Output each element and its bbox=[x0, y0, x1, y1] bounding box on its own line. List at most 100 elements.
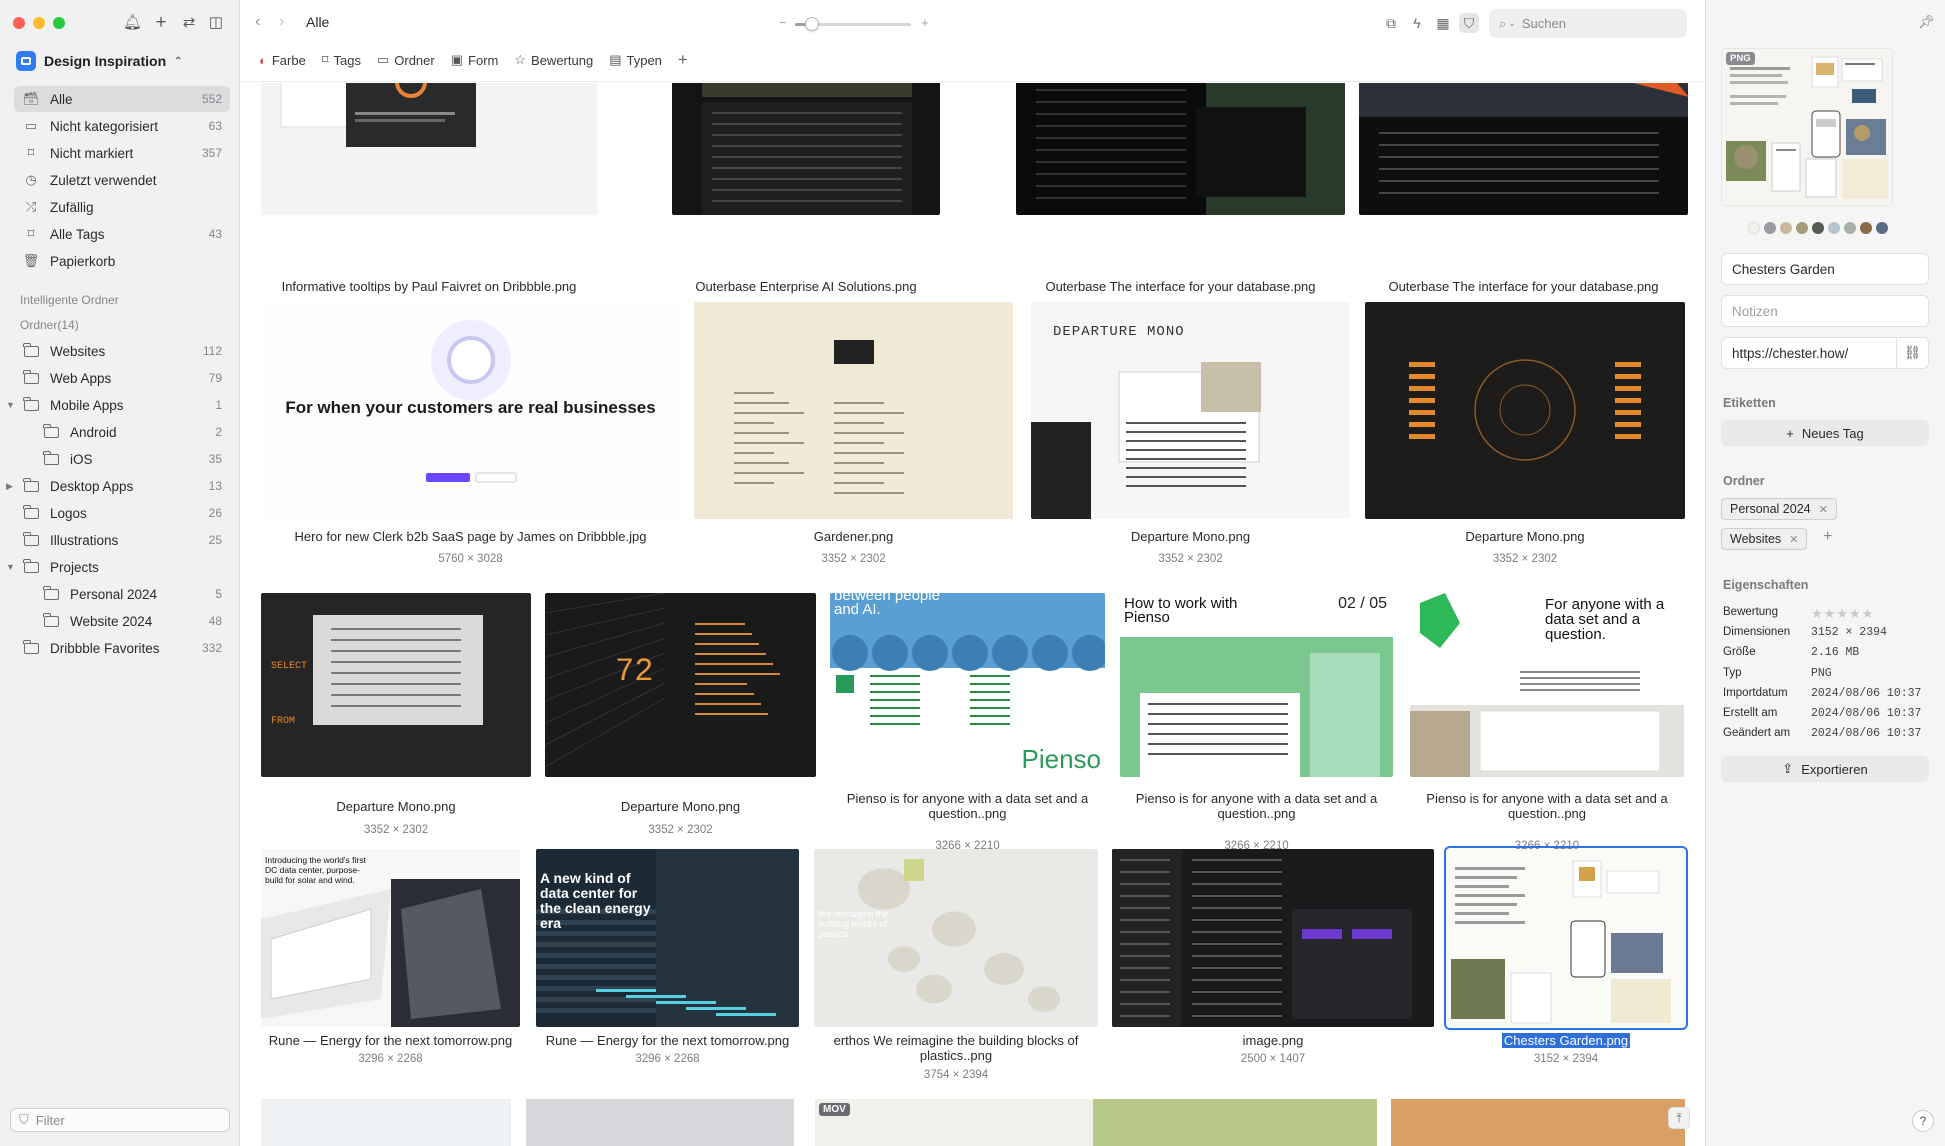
folder-chip[interactable]: Websites ✕ bbox=[1721, 528, 1808, 550]
tile-caption[interactable]: Departure Mono.png bbox=[1365, 529, 1685, 544]
close-window-button[interactable] bbox=[13, 17, 25, 29]
star-icon[interactable]: ★ bbox=[1862, 606, 1875, 621]
thumbnail[interactable] bbox=[694, 302, 1013, 519]
zoom-knob[interactable] bbox=[805, 17, 820, 31]
sidebar-item[interactable]: ◷ Zuletzt verwendet bbox=[14, 167, 230, 193]
thumbnail[interactable] bbox=[1112, 849, 1434, 1027]
folder-item[interactable]: Personal 2024 5 bbox=[34, 581, 230, 607]
add-folder-icon[interactable]: + bbox=[1823, 528, 1832, 546]
zoom-slider[interactable]: − + bbox=[777, 15, 937, 32]
thumbnail[interactable]: For when your customers are real busines… bbox=[261, 302, 680, 519]
tile-caption[interactable]: Gardener.png bbox=[694, 529, 1013, 544]
color-swatch[interactable] bbox=[1844, 222, 1856, 234]
color-swatch[interactable] bbox=[1796, 222, 1808, 234]
back-arrow-icon[interactable]: ‹ bbox=[255, 13, 260, 31]
tile-caption[interactable]: Outerbase The interface for your databas… bbox=[1016, 279, 1345, 294]
color-swatch[interactable] bbox=[1860, 222, 1872, 234]
sidebar-toggle-icon[interactable]: ◫ bbox=[207, 14, 225, 32]
folder-item[interactable]: Web Apps 79 bbox=[14, 365, 230, 391]
thumbnail[interactable] bbox=[1444, 846, 1688, 1030]
disclosure-collapsed-icon[interactable]: ▶ bbox=[6, 481, 13, 492]
thumbnail[interactable]: DEPARTURE MONO bbox=[1031, 302, 1350, 519]
zoom-in-icon[interactable]: + bbox=[921, 15, 929, 30]
color-swatch[interactable] bbox=[1876, 222, 1888, 234]
filter-typen[interactable]: ▤ Typen bbox=[609, 52, 662, 68]
thumbnail[interactable]: We reimagine the building blocks of plas… bbox=[814, 849, 1098, 1027]
thumbnail[interactable]: you discover? bbox=[1359, 83, 1688, 215]
tile-caption[interactable]: Hero for new Clerk b2b SaaS page by Jame… bbox=[261, 529, 680, 544]
tile-caption[interactable]: Departure Mono.png bbox=[1031, 529, 1350, 544]
sidebar-item[interactable]: ⤮ Zufällig bbox=[14, 194, 230, 220]
tile-caption[interactable]: Pienso is for anyone with a data set and… bbox=[1120, 791, 1393, 821]
thumbnail[interactable] bbox=[1016, 83, 1345, 215]
filter-farbe[interactable]: ◐ Farbe bbox=[259, 53, 306, 68]
tile-caption[interactable]: image.png bbox=[1112, 1033, 1434, 1048]
folder-item[interactable]: Android 2 bbox=[34, 419, 230, 445]
disclosure-expanded-icon[interactable]: ▼ bbox=[6, 400, 15, 410]
layout-icon[interactable]: ▦ bbox=[1433, 13, 1453, 33]
filter-ordner[interactable]: ▭ Ordner bbox=[377, 52, 435, 68]
add-filter-icon[interactable]: + bbox=[678, 50, 688, 70]
grid-tile-partial[interactable] bbox=[1391, 1099, 1685, 1146]
color-swatch[interactable] bbox=[1748, 222, 1760, 234]
thumbnail[interactable] bbox=[261, 83, 597, 215]
preview-image[interactable]: PNG bbox=[1721, 48, 1893, 206]
remove-icon[interactable]: ✕ bbox=[1819, 503, 1828, 516]
filter-icon[interactable]: ⛉ bbox=[1459, 13, 1479, 33]
zoom-out-icon[interactable]: − bbox=[779, 15, 787, 30]
folder-item[interactable]: Websites 112 bbox=[14, 338, 230, 364]
tile-caption[interactable]: Outerbase Enterprise AI Solutions.png bbox=[672, 279, 940, 294]
add-icon[interactable]: + bbox=[152, 13, 170, 32]
thumbnail[interactable] bbox=[1365, 302, 1685, 519]
grid-tile-partial[interactable] bbox=[261, 1099, 511, 1146]
tile-caption[interactable]: Rune — Energy for the next tomorrow.png bbox=[536, 1033, 799, 1048]
disclosure-expanded-icon[interactable]: ▼ bbox=[6, 562, 15, 572]
filter-bewertung[interactable]: ☆ Bewertung bbox=[514, 52, 593, 68]
folders-heading[interactable]: Ordner(14) bbox=[20, 318, 79, 332]
star-icon[interactable]: ★ bbox=[1811, 606, 1824, 621]
thumbnail[interactable]: How to work with Pienso 02 / 05 bbox=[1120, 593, 1393, 777]
export-button[interactable]: ⇪ Exportieren bbox=[1721, 756, 1929, 782]
search-input[interactable]: ⌕ ⌄ Suchen bbox=[1489, 9, 1687, 38]
tile-caption[interactable]: Pienso is for anyone with a data set and… bbox=[1410, 791, 1684, 821]
star-icon[interactable]: ★ bbox=[1824, 606, 1837, 621]
grid-tile-partial[interactable] bbox=[1093, 1099, 1377, 1146]
star-icon[interactable]: ★ bbox=[1849, 606, 1862, 621]
thumbnail[interactable]: For anyone with a data set and a questio… bbox=[1410, 593, 1684, 777]
tile-caption[interactable]: Informative tooltips by Paul Faivret on … bbox=[261, 279, 597, 294]
filter-form[interactable]: ▣ Form bbox=[451, 52, 499, 68]
sidebar-item[interactable]: 🗃 Alle 552 bbox=[14, 86, 230, 112]
tile-caption[interactable]: Outerbase The interface for your databas… bbox=[1359, 279, 1688, 294]
scroll-to-top-icon[interactable]: ⤒ bbox=[1668, 1107, 1690, 1129]
thumbnail[interactable]: A new kind of data center for the clean … bbox=[536, 849, 799, 1027]
grid-tile-partial[interactable]: MOV bbox=[815, 1099, 1099, 1146]
zoom-window-button[interactable] bbox=[53, 17, 65, 29]
minimize-window-button[interactable] bbox=[33, 17, 45, 29]
tile-caption[interactable]: Departure Mono.png bbox=[261, 799, 531, 814]
link-icon[interactable]: ⛓︎ bbox=[1896, 338, 1928, 368]
remove-icon[interactable]: ✕ bbox=[1789, 533, 1798, 546]
folder-item[interactable]: Website 2024 48 bbox=[34, 608, 230, 634]
help-button[interactable]: ? bbox=[1912, 1110, 1934, 1132]
folder-item[interactable]: Projects bbox=[14, 554, 230, 580]
sidebar-item[interactable]: ⌑ Nicht markiert 357 bbox=[14, 140, 230, 166]
tile-caption[interactable]: Pienso is for anyone with a data set and… bbox=[830, 791, 1105, 821]
rating-stars[interactable]: ★★★★★ bbox=[1811, 606, 1874, 622]
notes-field[interactable]: Notizen bbox=[1721, 295, 1929, 327]
lightning-icon[interactable]: ϟ bbox=[1407, 13, 1427, 33]
library-selector[interactable]: Design Inspiration ⌃ bbox=[16, 50, 183, 72]
new-tag-button[interactable]: + Neues Tag bbox=[1721, 420, 1929, 446]
tile-caption[interactable]: erthos We reimagine the building blocks … bbox=[814, 1033, 1098, 1063]
sort-arrows-icon[interactable]: ⇄ bbox=[180, 14, 198, 32]
thumbnail[interactable]: 72 bbox=[545, 593, 816, 777]
folder-chip[interactable]: Personal 2024 ✕ bbox=[1721, 498, 1837, 520]
star-icon[interactable]: ★ bbox=[1836, 606, 1849, 621]
url-field[interactable]: https://chester.how/ ⛓︎ bbox=[1721, 337, 1929, 369]
tile-caption[interactable]: Rune — Energy for the next tomorrow.png bbox=[261, 1033, 520, 1048]
sidebar-filter-input[interactable]: ⛉ Filter bbox=[10, 1108, 230, 1132]
bell-icon[interactable]: 🔔︎ bbox=[123, 14, 142, 32]
folder-item[interactable]: iOS 35 bbox=[34, 446, 230, 472]
thumbnail[interactable]: between people and AI. Pienso bbox=[830, 593, 1105, 777]
color-swatch[interactable] bbox=[1764, 222, 1776, 234]
extension-icon[interactable]: ⧉ bbox=[1381, 13, 1401, 33]
